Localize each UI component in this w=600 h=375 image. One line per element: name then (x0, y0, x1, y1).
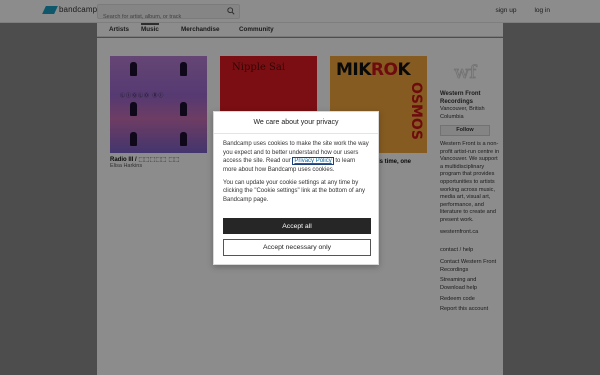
accept-necessary-button[interactable]: Accept necessary only (223, 239, 371, 256)
cookie-consent-dialog: We care about your privacy Bandcamp uses… (213, 111, 379, 265)
privacy-policy-link[interactable]: Privacy Policy (292, 157, 334, 166)
cookie-explanation: Bandcamp uses cookies to make the site w… (223, 140, 369, 175)
dialog-title: We care about your privacy (214, 112, 378, 134)
accept-all-button[interactable]: Accept all (223, 218, 371, 234)
dialog-body: Bandcamp uses cookies to make the site w… (214, 134, 378, 205)
cookie-settings-note: You can update your cookie settings at a… (223, 179, 365, 204)
